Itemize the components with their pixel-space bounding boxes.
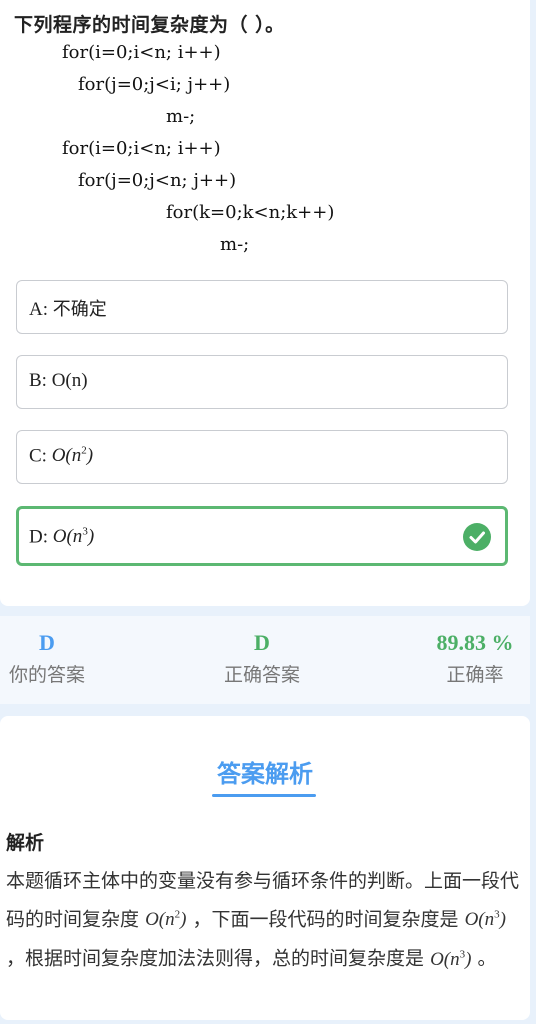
question-title: 下列程序的时间复杂度为（ ）。	[14, 14, 285, 36]
code-line: for(k=0;k<n;k++)	[166, 202, 335, 223]
option-text: 不确定	[52, 299, 107, 320]
correct-answer: D 正确答案	[223, 630, 300, 686]
code-line: for(i=0;i<n; i++)	[62, 42, 221, 63]
code-line: for(j=0;j<i; j++)	[78, 74, 231, 95]
option-math: O(n3)	[52, 526, 95, 548]
your-answer: D 你的答案	[8, 630, 85, 686]
analysis-text: 本题循环主体中的变量没有参与循环条件的判断。上面一段代码的时间复杂度 O(n2)…	[6, 870, 520, 970]
analysis-card: 答案解析 解析 本题循环主体中的变量没有参与循环条件的判断。上面一段代码的时间复…	[0, 716, 530, 1020]
option-math: O(n2)	[51, 445, 94, 467]
option-letter: D:	[29, 526, 48, 548]
option-d[interactable]: D: O(n3)	[16, 506, 508, 566]
code-line: for(i=0;i<n; i++)	[62, 138, 221, 159]
analysis-heading: 答案解析	[217, 760, 313, 788]
check-icon	[463, 523, 491, 551]
option-a[interactable]: A: 不确定	[16, 280, 508, 334]
code-line: for(j=0;j<n; j++)	[78, 170, 237, 191]
option-letter: C:	[29, 445, 47, 467]
accuracy-rate: 89.83 % 正确率	[436, 630, 514, 686]
code-line: m-;	[166, 106, 196, 127]
answer-stats: D 你的答案 D 正确答案 89.83 % 正确率	[0, 616, 530, 704]
option-b[interactable]: B: O(n)	[16, 355, 508, 409]
option-c[interactable]: C: O(n2)	[16, 430, 508, 484]
analysis-title: 解析	[6, 832, 45, 854]
option-letter: B:	[29, 370, 47, 391]
option-letter: A:	[29, 299, 48, 320]
option-text: O(n)	[51, 370, 88, 391]
code-line: m-;	[220, 234, 250, 255]
question-card: 下列程序的时间复杂度为（ ）。 for(i=0;i<n; i++) for(j=…	[0, 0, 530, 606]
heading-underline	[212, 794, 316, 797]
